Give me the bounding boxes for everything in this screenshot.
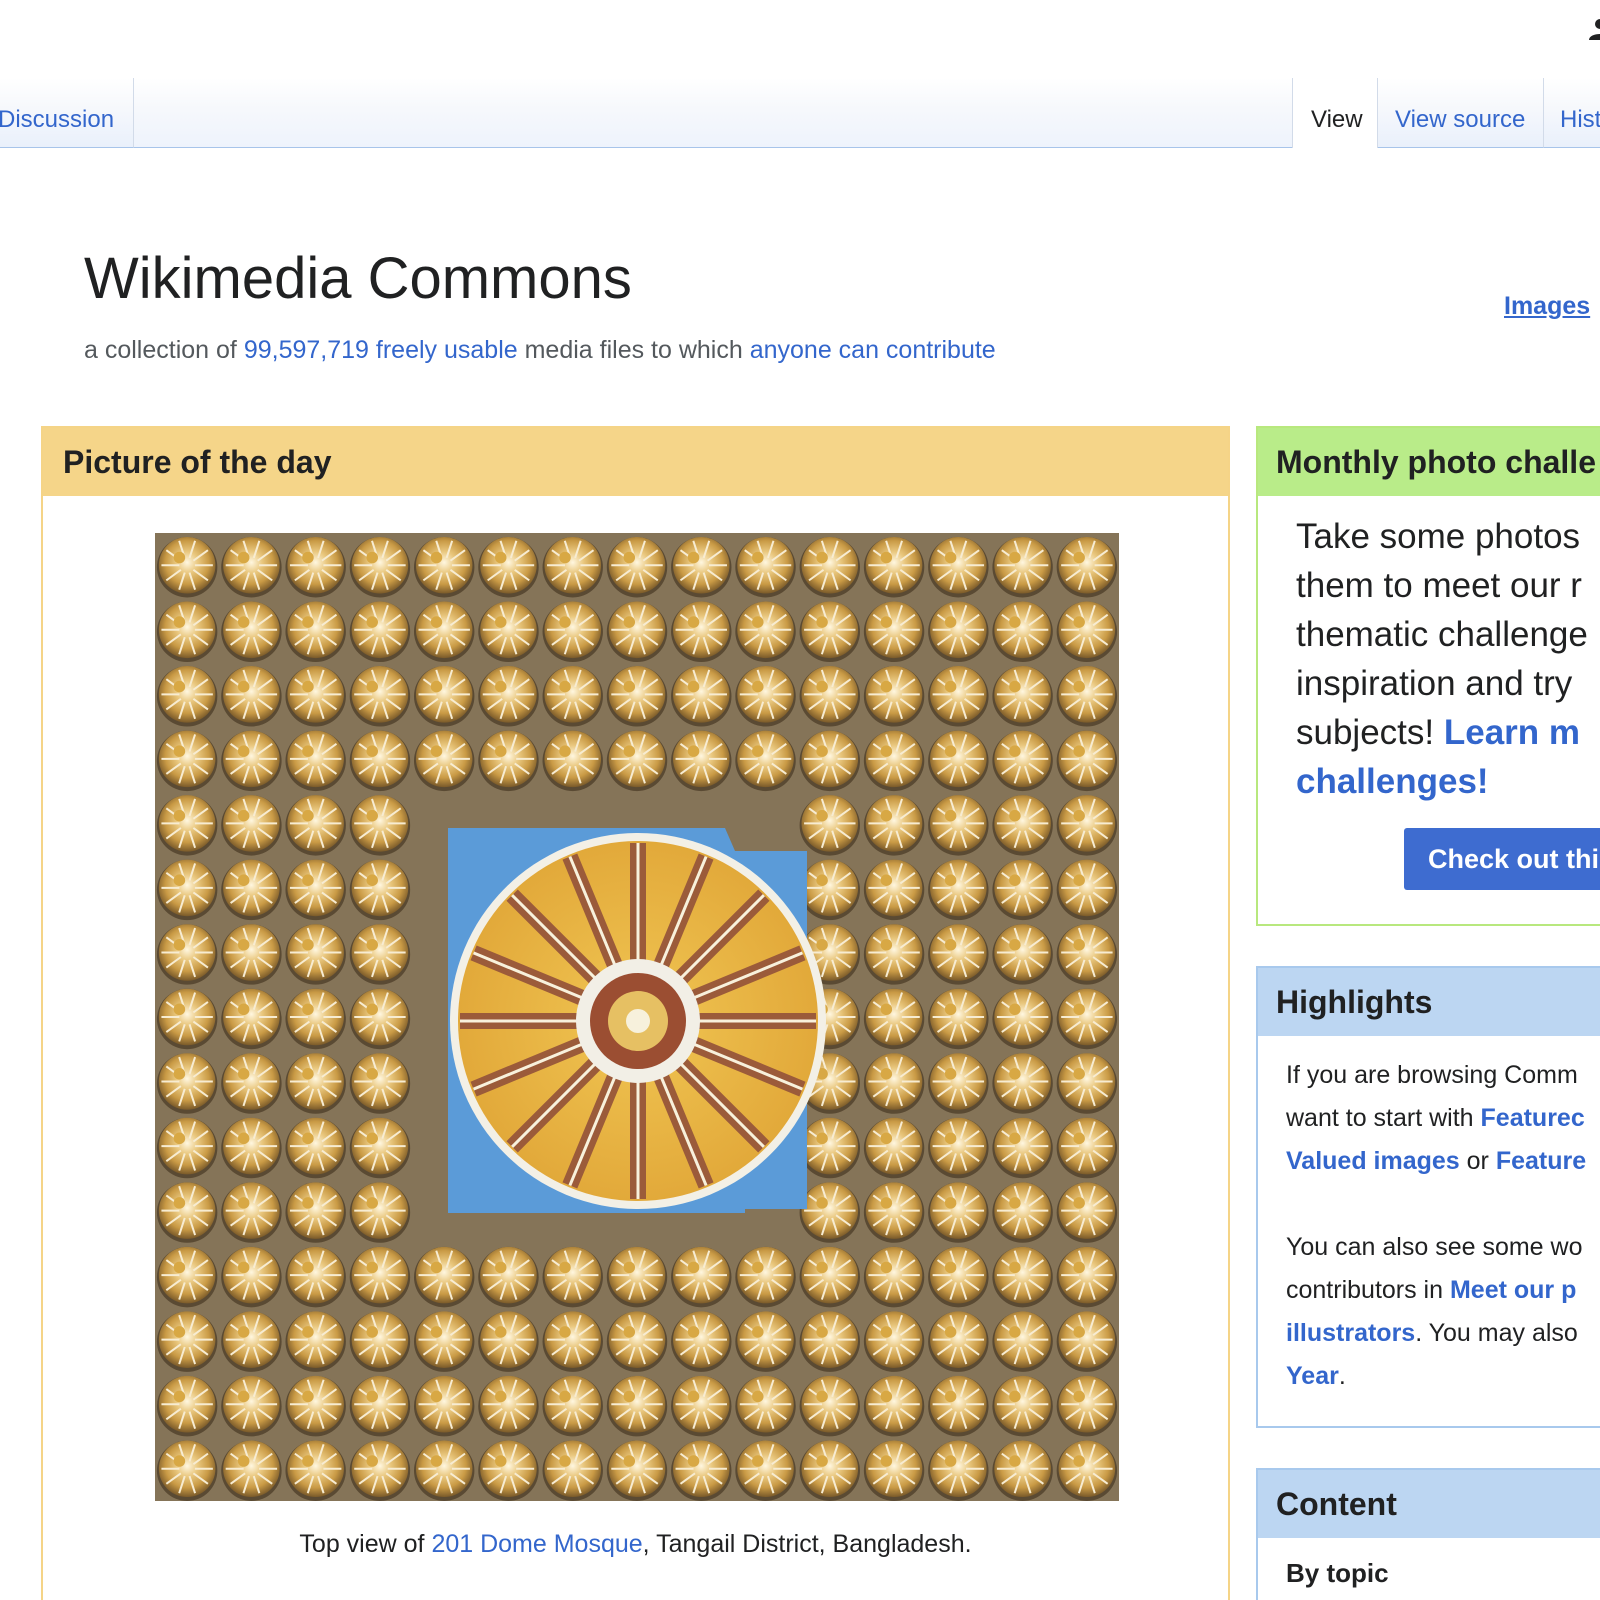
picture-of-the-year-link[interactable]: Year (1286, 1362, 1339, 1390)
central-dome (450, 833, 826, 1209)
meet-photographers-link[interactable]: Meet our p (1450, 1276, 1576, 1304)
tab-discussion[interactable]: Discussion (0, 78, 134, 148)
challenge-text: Take some photos them to meet our r them… (1296, 512, 1600, 806)
content-heading: Content (1258, 1470, 1600, 1538)
anyone-can-contribute-link[interactable]: anyone can contribute (750, 336, 996, 364)
page-tabs: Discussion View View source Hist (0, 78, 1600, 148)
challenge-line: them to meet our r (1296, 566, 1582, 605)
images-link[interactable]: Images (1504, 292, 1590, 321)
meet-illustrators-link[interactable]: illustrators (1286, 1319, 1415, 1347)
caption-prefix: Top view of (299, 1530, 432, 1558)
tab-history-label: Hist (1560, 106, 1600, 133)
valued-images-link[interactable]: Valued images (1286, 1147, 1460, 1175)
featured-media-link[interactable]: Feature (1496, 1147, 1586, 1175)
potd-heading: Picture of the day (43, 428, 1228, 496)
highlights-line: If you are browsing Comm (1286, 1061, 1578, 1089)
highlights-line: contributors in Meet our p (1286, 1269, 1600, 1312)
tab-view-label: View (1311, 106, 1363, 133)
highlights-line: illustrators. You may also (1286, 1312, 1600, 1355)
site-subtitle: a collection of 99,597,719 freely usable… (84, 334, 996, 366)
tab-view[interactable]: View (1292, 78, 1378, 148)
challenge-line: thematic challenge (1296, 615, 1588, 654)
challenge-line: inspiration and try (1296, 664, 1573, 703)
highlights-spacer (1286, 1183, 1600, 1226)
page: Discussion View View source Hist Wikimed… (0, 0, 1600, 1600)
tabs-spacer (134, 78, 1292, 148)
potd-image[interactable] (155, 533, 1119, 1501)
mosque-photo (155, 533, 1119, 1501)
challenge-line: subjects! Learn m (1296, 708, 1600, 757)
challenge-subjects-text: subjects! (1296, 713, 1444, 752)
content-box: Content By topic (1256, 1468, 1600, 1600)
tab-history[interactable]: Hist (1544, 78, 1600, 148)
check-out-challenge-button[interactable]: Check out thi (1404, 828, 1600, 890)
user-icon[interactable] (1587, 18, 1600, 40)
challenges-link[interactable]: challenges! (1296, 762, 1489, 801)
by-topic-heading: By topic (1286, 1558, 1389, 1588)
photo-challenge-box: Monthly photo challe Take some photos th… (1256, 426, 1600, 926)
challenge-heading: Monthly photo challe (1258, 428, 1600, 496)
highlights-line: Year. (1286, 1355, 1600, 1398)
tab-discussion-label: Discussion (0, 106, 115, 133)
highlights-line: want to start with Featurec (1286, 1097, 1600, 1140)
file-count-link[interactable]: 99,597,719 (244, 336, 369, 364)
potd-caption: Top view of 201 Dome Mosque, Tangail Dis… (43, 1528, 1228, 1560)
challenge-line: challenges! (1296, 757, 1600, 806)
highlights-text: If you are browsing Comm want to start w… (1286, 1054, 1600, 1398)
highlights-line: You can also see some wo (1286, 1233, 1583, 1261)
highlights-period: . (1338, 1362, 1346, 1390)
tab-view-source-label: View source (1395, 106, 1526, 133)
page-title: Wikimedia Commons (84, 246, 632, 311)
learn-more-link[interactable]: Learn m (1444, 713, 1580, 752)
caption-mosque-link[interactable]: 201 Dome Mosque (431, 1530, 642, 1558)
caption-suffix: , Tangail District, Bangladesh. (642, 1530, 972, 1558)
challenge-line: Take some photos (1296, 517, 1581, 556)
picture-of-the-day-box: Picture of the day Top view of 201 Dome … (41, 426, 1230, 1600)
highlights-heading: Highlights (1258, 968, 1600, 1036)
highlights-contributors-text: contributors in (1286, 1276, 1450, 1304)
tab-view-source[interactable]: View source (1378, 78, 1544, 148)
subtitle-middle: media files to which (517, 336, 750, 364)
highlights-line: Valued images or Feature (1286, 1140, 1600, 1183)
highlights-also-text: . You may also (1415, 1319, 1578, 1347)
highlights-or-text: or (1459, 1147, 1496, 1175)
featured-pictures-link[interactable]: Featurec (1481, 1104, 1585, 1132)
highlights-start-text: want to start with (1286, 1104, 1481, 1132)
freely-usable-link[interactable]: freely usable (376, 336, 518, 364)
subtitle-prefix: a collection of (84, 336, 244, 364)
highlights-box: Highlights If you are browsing Comm want… (1256, 966, 1600, 1428)
